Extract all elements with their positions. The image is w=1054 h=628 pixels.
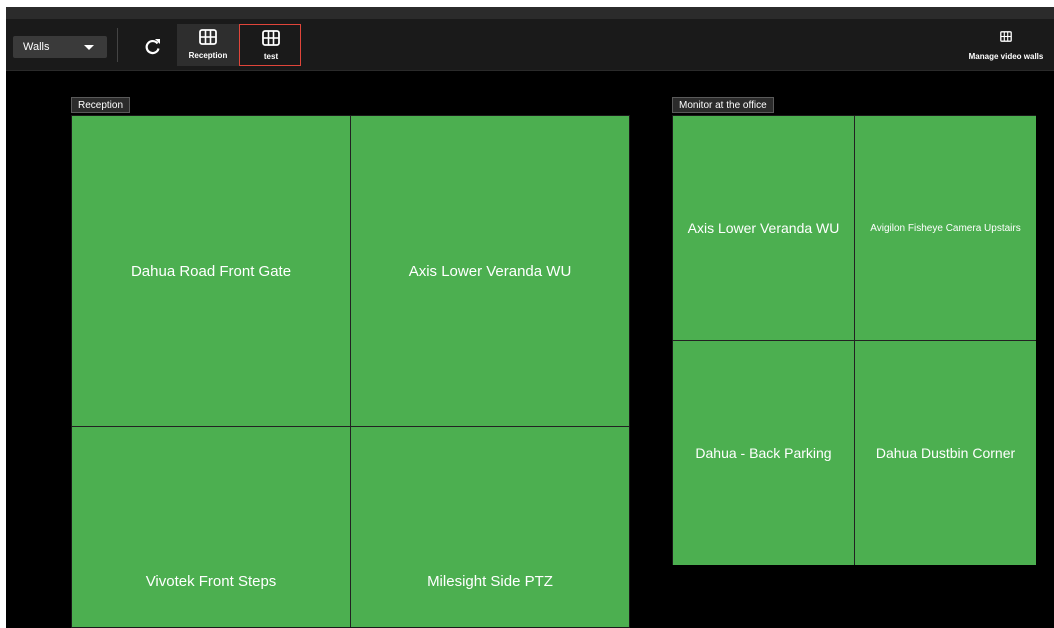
camera-tile[interactable]: Axis Lower Veranda WU [351,116,629,426]
app-window: Walls Reception test Manage video walls … [6,7,1054,628]
camera-tile[interactable]: Dahua - Back Parking [673,341,854,565]
wall-button-label: test [263,52,279,61]
camera-tile[interactable]: Milesight Side PTZ [351,427,629,627]
manage-video-walls-button[interactable]: Manage video walls [961,24,1051,66]
manage-video-walls-label: Manage video walls [968,52,1044,61]
camera-tile[interactable]: Vivotek Front Steps [72,427,350,627]
caret-down-icon [84,45,94,50]
title-strip [6,7,1054,19]
video-wall-reception: Dahua Road Front Gate Axis Lower Veranda… [71,115,630,628]
camera-tile[interactable]: Axis Lower Veranda WU [673,116,854,340]
toolbar-divider [117,28,118,62]
refresh-icon [145,39,160,55]
walls-dropdown-value: Walls [23,41,50,53]
grid-icon [199,29,217,45]
grid-icon [1000,31,1012,42]
grid-icon [262,30,280,46]
wall-title-reception: Reception [71,97,131,113]
wall-button-reception[interactable]: Reception [177,24,239,66]
refresh-button[interactable] [140,35,166,59]
camera-tile[interactable]: Dahua Dustbin Corner [855,341,1036,565]
wall-title-monitor-at-the-office: Monitor at the office [672,97,774,113]
camera-tile[interactable]: Dahua Road Front Gate [72,116,350,426]
wall-button-test[interactable]: test [239,24,301,66]
wall-button-label: Reception [188,51,228,60]
camera-tile[interactable]: Avigilon Fisheye Camera Upstairs [855,116,1036,340]
toolbar: Walls Reception test Manage video walls [6,19,1054,71]
video-wall-monitor-at-the-office: Axis Lower Veranda WU Avigilon Fisheye C… [672,115,1036,565]
walls-dropdown[interactable]: Walls [13,36,107,58]
